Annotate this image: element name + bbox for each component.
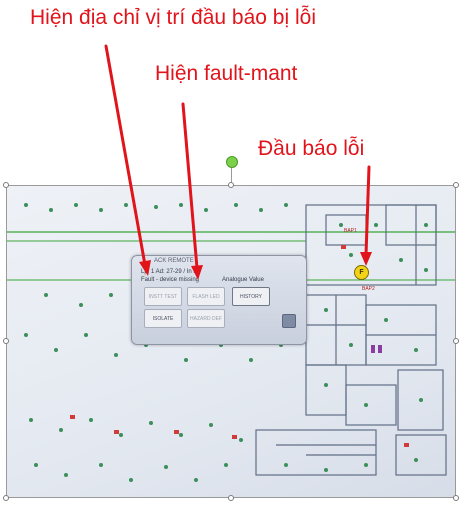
arrow-address [104, 44, 147, 267]
arrow-detector [364, 165, 371, 257]
annotation-arrows [104, 44, 372, 280]
arrow-fault-mant [181, 102, 199, 270]
